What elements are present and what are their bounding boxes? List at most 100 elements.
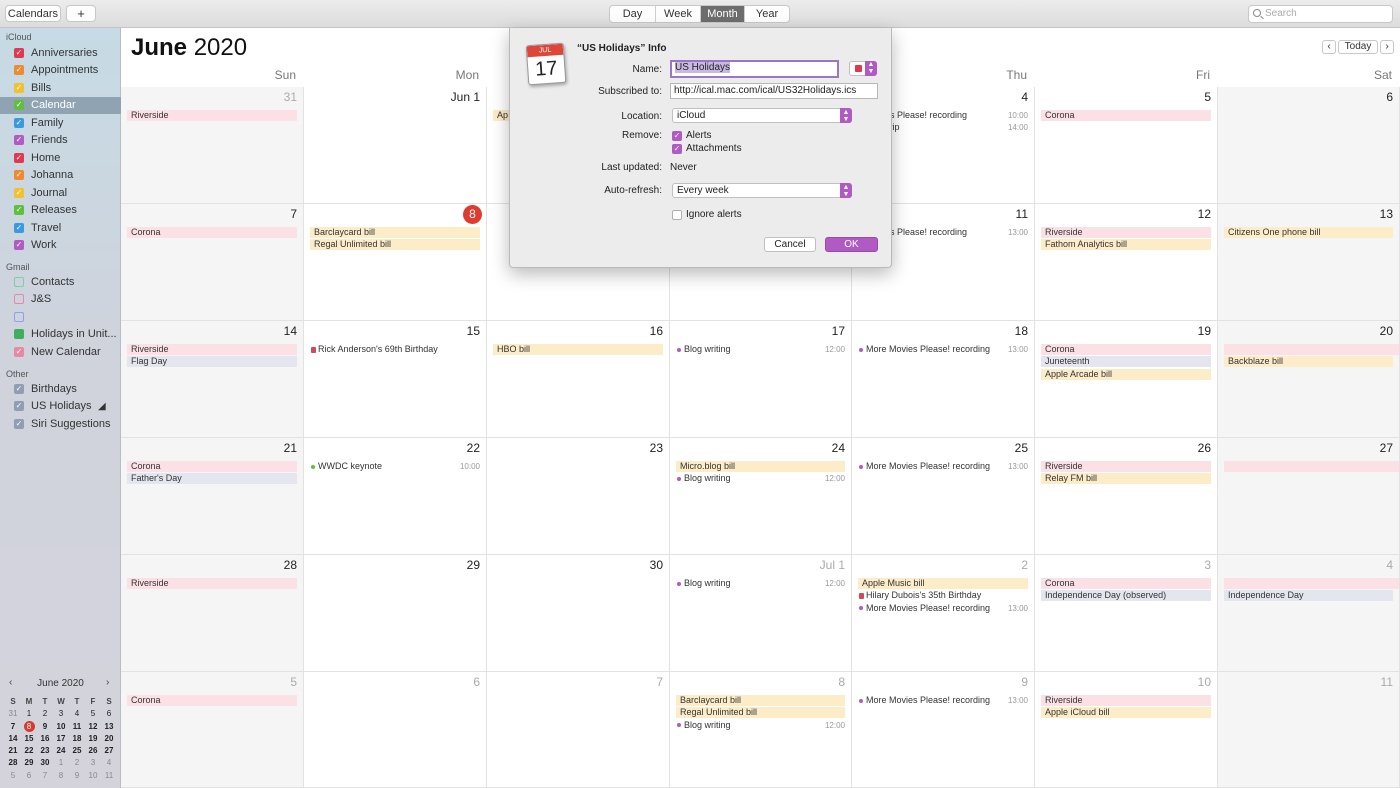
sidebar-calendar-item[interactable]: ✓ Anniversaries — [0, 44, 121, 61]
today-button[interactable]: Today — [1338, 40, 1378, 54]
calendar-event[interactable]: Riverside — [127, 110, 297, 121]
calendar-event[interactable]: Barclaycard bill — [310, 227, 480, 238]
calendar-event[interactable]: Micro.blog bill — [676, 461, 845, 472]
mini-day[interactable]: 11 — [69, 721, 85, 733]
day-cell[interactable]: 7 — [487, 672, 670, 788]
mini-day[interactable]: 3 — [85, 757, 101, 769]
mini-day[interactable]: 1 — [21, 708, 37, 720]
ignore-alerts-checkbox[interactable]: Ignore alerts — [672, 209, 742, 220]
day-cell[interactable]: 9 More Movies Please! recording 13:00 — [852, 672, 1035, 788]
sidebar-calendar-item[interactable]: ✓ New Calendar — [0, 343, 121, 360]
calendars-button[interactable]: Calendars — [5, 5, 61, 22]
sidebar-calendar-item[interactable]: Contacts — [0, 273, 121, 290]
mini-day[interactable]: 5 — [85, 708, 101, 720]
calendar-event[interactable]: Corona — [1041, 344, 1211, 355]
mini-day[interactable]: 14 — [5, 733, 21, 745]
day-cell[interactable]: 8 Barclaycard bill Regal Unlimited bill Blo… — [670, 672, 852, 788]
mini-day[interactable]: 4 — [101, 757, 117, 769]
mini-day[interactable]: 6 — [21, 770, 37, 782]
calendar-event[interactable]: Corona — [127, 227, 297, 238]
sidebar-calendar-item[interactable]: ✓ Travel — [0, 219, 121, 236]
mini-day[interactable]: 12 — [85, 721, 101, 733]
sidebar-calendar-item[interactable]: ✓ Johanna — [0, 167, 121, 184]
sidebar-calendar-item[interactable]: ✓ Calendar — [0, 96, 121, 114]
checkbox-checked-icon[interactable]: ✓ — [14, 100, 24, 110]
name-field[interactable]: US Holidays — [670, 60, 839, 78]
day-cell[interactable]: 30 — [487, 555, 670, 672]
calendar-event[interactable]: Riverside — [127, 344, 297, 355]
calendar-event[interactable]: Riverside — [127, 578, 297, 589]
day-cell[interactable]: Jun 1 — [304, 87, 487, 204]
next-month-button[interactable]: › — [1380, 40, 1394, 54]
checkbox-checked-icon[interactable]: ✓ — [14, 222, 24, 233]
mini-day[interactable]: 2 — [69, 757, 85, 769]
day-cell[interactable]: 29 — [304, 555, 487, 672]
checkbox-checked-icon[interactable]: ✓ — [14, 383, 24, 394]
mini-day[interactable]: 9 — [69, 770, 85, 782]
mini-day[interactable]: 29 — [21, 757, 37, 769]
mini-day[interactable]: 8 — [23, 721, 35, 733]
mini-day[interactable]: 8 — [53, 770, 69, 782]
calendar-event[interactable]: Fathom Analytics bill — [1041, 239, 1211, 251]
checkbox-checked-icon[interactable]: ✓ — [14, 47, 24, 58]
color-picker[interactable]: ▲ ▼ — [849, 61, 877, 76]
checkbox-checked-icon[interactable]: ✓ — [14, 346, 24, 357]
checkbox-checked-icon[interactable]: ✓ — [14, 240, 24, 250]
calendar-event[interactable]: Blog writing 12:00 — [676, 720, 845, 731]
day-cell[interactable]: 26 Riverside Relay FM bill — [1035, 438, 1218, 555]
mini-day[interactable]: 30 — [37, 757, 53, 769]
mini-day[interactable]: 1 — [53, 757, 69, 769]
checkbox-checked-icon[interactable]: ✓ — [14, 82, 24, 93]
calendar-event[interactable]: Regal Unlimited bill — [676, 707, 845, 719]
mini-day[interactable]: 3 — [53, 708, 69, 720]
checkbox-checked-icon[interactable]: ✓ — [14, 418, 24, 429]
prev-month-button[interactable]: ‹ — [1322, 40, 1336, 54]
mini-day[interactable]: 20 — [101, 733, 117, 745]
checkbox-checked-icon[interactable]: ✓ — [14, 170, 24, 180]
calendar-event[interactable]: WWDC keynote 10:00 — [310, 461, 480, 472]
mini-next-month-button[interactable]: › — [106, 677, 109, 688]
checkbox-checked-icon[interactable]: ✓ — [14, 65, 24, 75]
day-cell[interactable]: 27 — [1218, 438, 1400, 555]
day-cell[interactable]: 3 Corona Independence Day (observed) — [1035, 555, 1218, 672]
ok-button[interactable]: OK — [825, 237, 878, 252]
subscribed-url-field[interactable]: http://ical.mac.com/ical/US32Holidays.ic… — [670, 83, 878, 99]
mini-day[interactable]: 7 — [37, 770, 53, 782]
calendar-event[interactable]: Corona — [127, 461, 297, 472]
checkbox-checked-icon[interactable]: ✓ — [14, 152, 24, 163]
calendar-event[interactable]: Independence Day — [1224, 590, 1393, 602]
mini-day[interactable]: 26 — [85, 745, 101, 757]
day-cell[interactable]: 12 Riverside Fathom Analytics bill — [1035, 204, 1218, 321]
calendar-event[interactable]: Backblaze bill — [1224, 356, 1393, 368]
view-year-button[interactable]: Year — [745, 6, 789, 22]
calendar-event[interactable]: Corona — [127, 695, 297, 706]
view-month-button[interactable]: Month — [701, 6, 745, 22]
day-cell[interactable]: 18 More Movies Please! recording 13:00 — [852, 321, 1035, 438]
calendar-event[interactable]: Flag Day — [127, 356, 297, 368]
sidebar-calendar-item[interactable]: ✓ US Holidays ◢ — [0, 398, 121, 415]
checkbox-empty-icon[interactable] — [14, 329, 24, 339]
day-cell[interactable]: 14 Riverside Flag Day — [121, 321, 304, 438]
calendar-event[interactable]: Apple Arcade bill — [1041, 368, 1211, 380]
checkbox-checked-icon[interactable]: ✓ — [14, 205, 24, 215]
search-input[interactable]: Search — [1248, 5, 1393, 23]
day-cell[interactable]: 6 — [1218, 87, 1400, 204]
sidebar-calendar-item[interactable]: ✓ Work — [0, 237, 121, 254]
day-cell[interactable]: 19 Corona Juneteenth Apple Arcade bill — [1035, 321, 1218, 438]
checkbox-empty-icon[interactable] — [14, 276, 24, 287]
sidebar-calendar-item[interactable]: J&S — [0, 291, 121, 308]
calendar-event[interactable]: More Movies Please! recording 13:00 — [858, 344, 1028, 355]
mini-day[interactable]: 24 — [53, 745, 69, 757]
calendar-event[interactable]: Riverside — [1041, 695, 1211, 706]
mini-day[interactable]: 2 — [37, 708, 53, 720]
view-day-button[interactable]: Day — [610, 6, 656, 22]
checkbox-checked-icon[interactable]: ✓ — [14, 187, 24, 198]
mini-day[interactable]: 6 — [101, 708, 117, 720]
calendar-event[interactable]: Father's Day — [127, 473, 297, 485]
remove-attachments-checkbox[interactable]: ✓ Attachments — [672, 143, 742, 154]
day-cell[interactable]: 6 — [304, 672, 487, 788]
sidebar-calendar-item[interactable]: ✓ Siri Suggestions — [0, 415, 121, 432]
day-cell[interactable]: 16 HBO bill — [487, 321, 670, 438]
calendar-event[interactable]: Apple iCloud bill — [1041, 707, 1211, 719]
sidebar-calendar-item[interactable]: ✓ Birthdays — [0, 380, 121, 397]
